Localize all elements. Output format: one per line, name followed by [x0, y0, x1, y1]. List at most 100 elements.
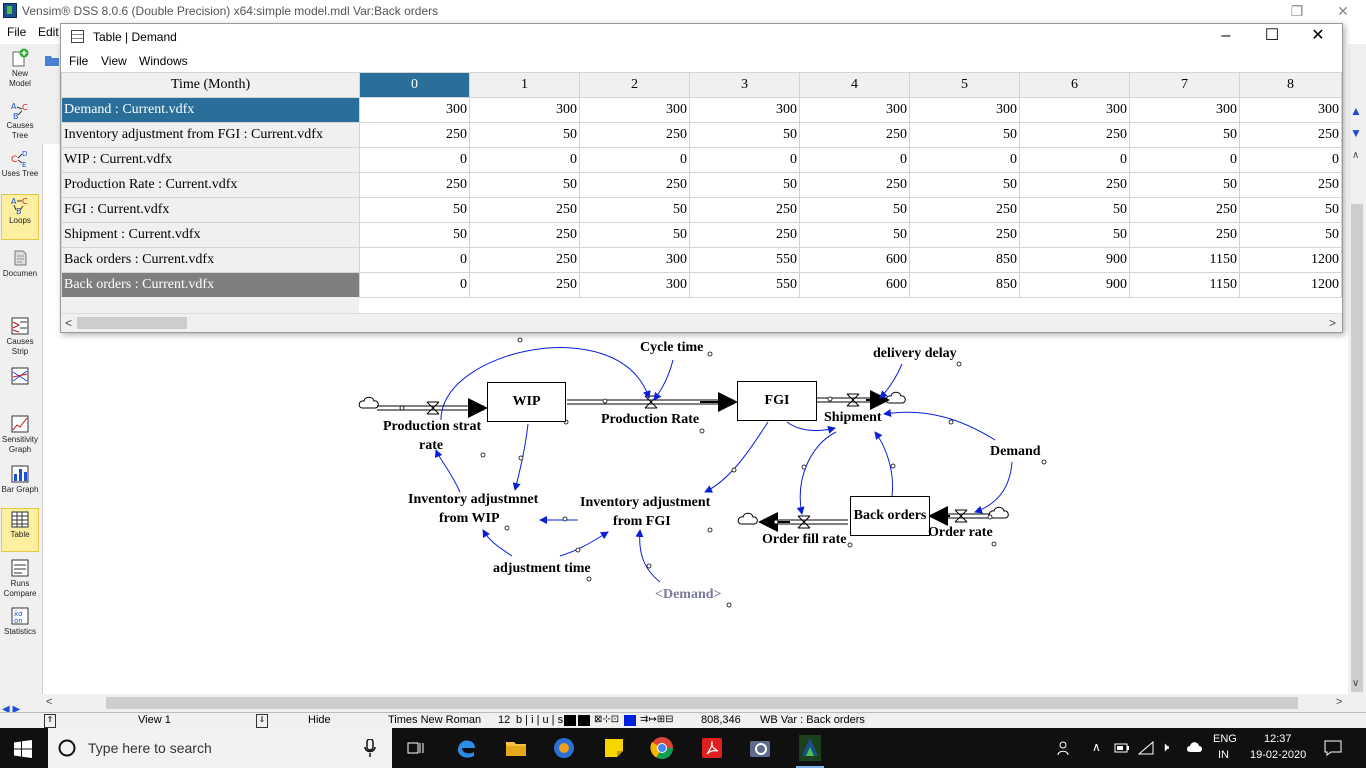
- stock-fgi[interactable]: FGI: [737, 381, 817, 421]
- row-label[interactable]: Back orders : Current.vdfx: [61, 247, 360, 273]
- microphone-icon[interactable]: [364, 739, 376, 757]
- table-cell[interactable]: 50: [799, 197, 910, 223]
- scroll-up-icon[interactable]: ▲: [1350, 104, 1362, 118]
- table-cell[interactable]: 300: [579, 272, 690, 298]
- table-cell[interactable]: 50: [359, 222, 470, 248]
- scroll-up-arrow-icon[interactable]: ∧: [1352, 150, 1359, 161]
- table-cell[interactable]: 300: [799, 97, 910, 123]
- table-cell[interactable]: 50: [469, 122, 580, 148]
- table-cell[interactable]: 0: [1239, 147, 1342, 173]
- table-cell[interactable]: 250: [799, 172, 910, 198]
- table-cell[interactable]: 250: [359, 122, 470, 148]
- row-label[interactable]: FGI : Current.vdfx: [61, 197, 360, 223]
- acrobat-icon[interactable]: [698, 734, 726, 762]
- column-header[interactable]: 0: [359, 72, 470, 98]
- row-label[interactable]: Inventory adjustment from FGI : Current.…: [61, 122, 360, 148]
- table-cell[interactable]: 0: [359, 272, 470, 298]
- tool-causes-strip[interactable]: Causes Strip: [1, 316, 39, 357]
- table-cell[interactable]: 1150: [1129, 272, 1240, 298]
- table-cell[interactable]: 250: [689, 197, 800, 223]
- table-cell[interactable]: 250: [359, 172, 470, 198]
- table-cell[interactable]: 0: [579, 147, 690, 173]
- table-cell[interactable]: 250: [1019, 122, 1130, 148]
- show-hidden-icons-icon[interactable]: ∧: [1092, 740, 1101, 754]
- table-cell[interactable]: 250: [1239, 172, 1342, 198]
- font-style-buttons[interactable]: b | i | u | s: [516, 714, 563, 726]
- var-production-rate[interactable]: Production Rate: [601, 412, 699, 428]
- table-cell[interactable]: 900: [1019, 247, 1130, 273]
- table-cell[interactable]: 900: [1019, 272, 1130, 298]
- minimize-icon[interactable]: –: [1203, 24, 1249, 50]
- table-cell[interactable]: 1200: [1239, 247, 1342, 273]
- table-cell[interactable]: 850: [909, 272, 1020, 298]
- scanner-app-icon[interactable]: [746, 734, 774, 762]
- table-cell[interactable]: 50: [909, 122, 1020, 148]
- table-cell[interactable]: 0: [689, 147, 800, 173]
- table-cell[interactable]: 250: [799, 122, 910, 148]
- table-cell[interactable]: 0: [359, 147, 470, 173]
- column-header[interactable]: 5: [909, 72, 1020, 98]
- table-cell[interactable]: 250: [469, 272, 580, 298]
- battery-icon[interactable]: [1114, 741, 1130, 755]
- color-swatch-icon[interactable]: [578, 715, 590, 726]
- column-header[interactable]: 3: [689, 72, 800, 98]
- table-cell[interactable]: 250: [1129, 222, 1240, 248]
- table-horizontal-scrollbar[interactable]: < >: [61, 313, 1342, 332]
- table-cell[interactable]: 0: [1019, 147, 1130, 173]
- menu-edit[interactable]: Edit: [38, 25, 59, 39]
- tool-uses-tree[interactable]: CDE Uses Tree: [1, 148, 39, 179]
- table-cell[interactable]: 250: [689, 222, 800, 248]
- table-cell[interactable]: 250: [469, 197, 580, 223]
- scroll-left-icon[interactable]: <: [46, 696, 52, 708]
- row-label[interactable]: Back orders : Current.vdfx: [61, 272, 360, 298]
- var-inventory-adjustment-fgi[interactable]: Inventory adjustment: [580, 495, 710, 511]
- tool-table[interactable]: Table: [1, 508, 39, 552]
- tool-sensitivity-graph[interactable]: Sensitivity Graph: [1, 414, 39, 455]
- table-cell[interactable]: 300: [579, 247, 690, 273]
- font-size-selector[interactable]: 12: [498, 714, 510, 726]
- table-scroll-thumb[interactable]: [77, 317, 187, 329]
- table-cell[interactable]: 50: [689, 172, 800, 198]
- table-cell[interactable]: 50: [1129, 122, 1240, 148]
- arrow-format-icons[interactable]: ⇉↦⊞⊟: [640, 714, 674, 725]
- table-cell[interactable]: 300: [469, 97, 580, 123]
- vertical-scroll-thumb[interactable]: [1351, 204, 1363, 692]
- var-production-start-rate-line2[interactable]: rate: [419, 438, 443, 454]
- media-player-icon[interactable]: [550, 734, 578, 762]
- table-cell[interactable]: 1200: [1239, 272, 1342, 298]
- wifi-icon[interactable]: [1138, 740, 1154, 756]
- column-header[interactable]: 2: [579, 72, 690, 98]
- view-menu-icon[interactable]: ⇑: [44, 714, 56, 728]
- table-cell[interactable]: 550: [689, 247, 800, 273]
- table-cell[interactable]: 50: [1019, 222, 1130, 248]
- table-cell[interactable]: 250: [579, 172, 690, 198]
- format-icons[interactable]: ⊠⊹⊡: [594, 714, 619, 725]
- table-cell[interactable]: 300: [909, 97, 1020, 123]
- canvas-horizontal-scrollbar[interactable]: < >: [42, 694, 1348, 712]
- color-swatch-icon[interactable]: [624, 715, 636, 726]
- restore-icon[interactable]: ❐: [1274, 0, 1320, 22]
- row-label[interactable]: WIP : Current.vdfx: [61, 147, 360, 173]
- table-cell[interactable]: 300: [359, 97, 470, 123]
- table-cell[interactable]: 50: [909, 172, 1020, 198]
- input-language[interactable]: ENG: [1213, 733, 1237, 745]
- scroll-down-arrow-icon[interactable]: ∨: [1352, 678, 1359, 689]
- var-demand[interactable]: Demand: [990, 444, 1041, 460]
- table-cell[interactable]: 50: [799, 222, 910, 248]
- table-cell[interactable]: 50: [359, 197, 470, 223]
- people-icon[interactable]: [1056, 740, 1072, 756]
- table-cell[interactable]: 300: [1019, 97, 1130, 123]
- table-cell[interactable]: 250: [469, 222, 580, 248]
- table-cell[interactable]: 0: [469, 147, 580, 173]
- table-cell[interactable]: 550: [689, 272, 800, 298]
- table-cell[interactable]: 1150: [1129, 247, 1240, 273]
- tool-loops[interactable]: ACB Loops: [1, 194, 39, 240]
- table-cell[interactable]: 300: [689, 97, 800, 123]
- maximize-icon[interactable]: ☐: [1249, 24, 1295, 50]
- canvas-vertical-scrollbar[interactable]: ▲ ▼ ∧ ∨: [1348, 44, 1366, 712]
- stock-wip[interactable]: WIP: [487, 382, 566, 422]
- table-cell[interactable]: 50: [1019, 197, 1130, 223]
- tool-bar-graph[interactable]: Bar Graph: [1, 464, 39, 495]
- table-cell[interactable]: 50: [579, 222, 690, 248]
- sticky-notes-icon[interactable]: [600, 734, 628, 762]
